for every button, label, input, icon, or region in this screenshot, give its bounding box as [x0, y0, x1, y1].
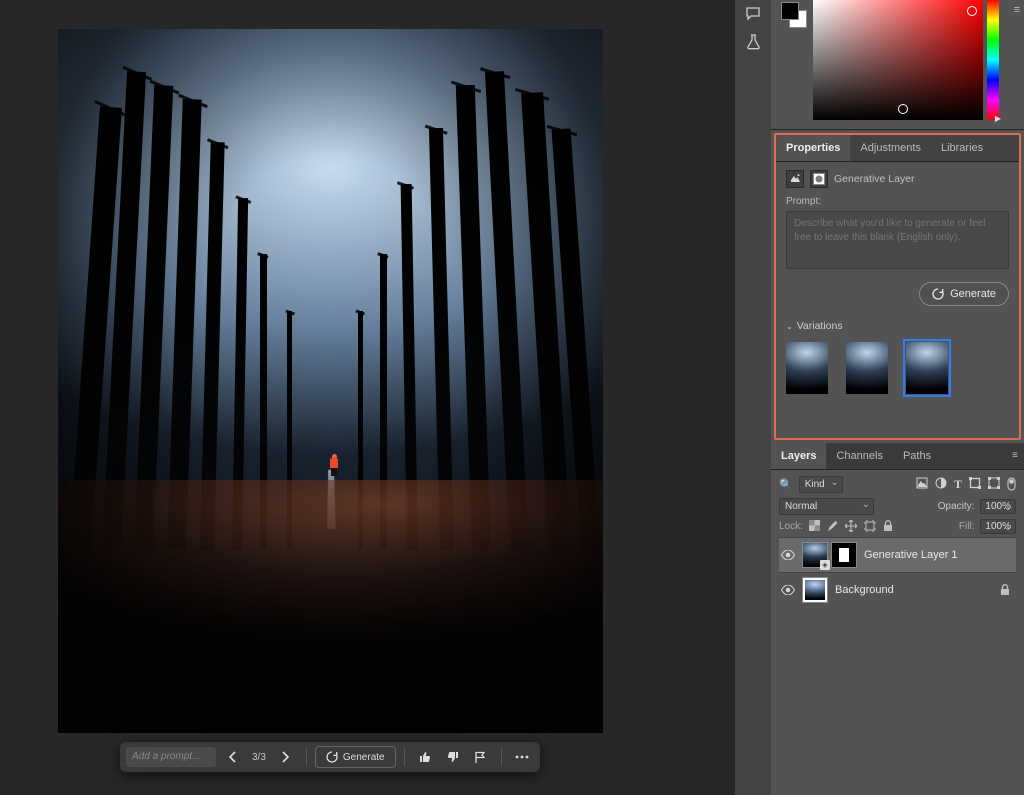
visibility-toggle[interactable] [781, 550, 795, 560]
layer-mask-icon [810, 170, 828, 188]
regenerate-icon [326, 751, 338, 763]
document-canvas[interactable] [58, 29, 603, 733]
lock-all-icon[interactable] [883, 520, 893, 532]
layers-panel-tabs: Layers Channels Paths ≡ [771, 443, 1024, 470]
fill-value[interactable]: 100% [980, 519, 1016, 534]
filter-toggle-icon[interactable] [1007, 477, 1016, 492]
panel-menu-button[interactable]: ≡ [1014, 4, 1020, 16]
prompt-field-label: Prompt: [786, 196, 1009, 207]
variation-thumb-2[interactable] [846, 342, 888, 394]
separator [404, 748, 405, 766]
separator [306, 748, 307, 766]
panel-menu-button[interactable]: ≡ [1006, 443, 1024, 469]
blend-mode-select[interactable]: Normal [779, 498, 874, 515]
color-field[interactable] [813, 0, 983, 120]
filter-adjustment-icon[interactable] [935, 477, 947, 492]
chevron-down-icon: ⌄ [786, 322, 793, 331]
fill-label: Fill: [959, 521, 975, 532]
hue-slider[interactable] [987, 0, 999, 120]
panel-generate-label: Generate [950, 288, 996, 300]
prev-variation-button[interactable] [220, 745, 244, 769]
lock-artboard-icon[interactable] [864, 520, 876, 532]
generate-label: Generate [343, 752, 385, 763]
panel-generate-button[interactable]: Generate [919, 282, 1009, 306]
flag-icon [474, 751, 487, 764]
thumbs-down-button[interactable] [441, 745, 465, 769]
opacity-value[interactable]: 100% [980, 499, 1016, 514]
layer-thumbnail[interactable]: ◈ [802, 542, 828, 568]
variation-counter: 3/3 [248, 752, 270, 763]
opacity-label: Opacity: [938, 501, 975, 512]
filter-shape-icon[interactable] [969, 477, 981, 492]
smart-object-badge: ◈ [820, 560, 830, 570]
layer-background[interactable]: Background [779, 572, 1016, 607]
visibility-toggle[interactable] [781, 585, 795, 595]
variation-thumb-3[interactable] [906, 342, 948, 394]
prompt-textarea[interactable] [786, 211, 1009, 269]
color-panel: ≡ [771, 0, 1024, 130]
separator [501, 748, 502, 766]
thumbs-down-icon [446, 750, 460, 764]
tab-paths[interactable]: Paths [893, 443, 941, 469]
layer-name[interactable]: Generative Layer 1 [864, 549, 958, 561]
contextual-task-bar: Add a prompt... 3/3 Generate [120, 742, 540, 772]
tab-libraries[interactable]: Libraries [931, 135, 993, 161]
generate-button[interactable]: Generate [315, 746, 396, 768]
more-options-button[interactable] [510, 745, 534, 769]
color-cursor-2 [898, 104, 908, 114]
lock-transparent-icon[interactable] [809, 520, 820, 532]
layer-filter-icons: T [916, 477, 1016, 492]
tab-channels[interactable]: Channels [826, 443, 892, 469]
ellipsis-icon [515, 755, 529, 759]
layer-generative[interactable]: ◈ Generative Layer 1 [779, 537, 1016, 572]
canvas-area: Add a prompt... 3/3 Generate [0, 0, 735, 795]
lock-pixels-icon[interactable] [827, 520, 838, 532]
layer-thumbnail[interactable] [802, 577, 828, 603]
regenerate-icon [932, 288, 944, 300]
next-variation-button[interactable] [274, 745, 298, 769]
right-panel-column: ≡ Properties Adjustments Libraries Gener… [735, 0, 1024, 795]
variations-label: Variations [797, 320, 843, 332]
filter-pixel-icon[interactable] [916, 477, 928, 492]
lock-icon[interactable] [1000, 584, 1014, 596]
foreground-background-swatches[interactable] [781, 2, 809, 30]
tab-adjustments[interactable]: Adjustments [850, 135, 931, 161]
beaker-panel-icon[interactable] [743, 32, 763, 52]
layers-panel: Layers Channels Paths ≡ 🔍 Kind T [771, 443, 1024, 647]
color-cursor [967, 6, 977, 16]
lock-position-icon[interactable] [845, 520, 857, 532]
image-vignette [58, 29, 603, 733]
foreground-swatch[interactable] [781, 2, 799, 20]
properties-panel-tabs: Properties Adjustments Libraries [776, 135, 1019, 162]
search-icon: 🔍 [779, 478, 793, 491]
comment-panel-icon[interactable] [743, 4, 763, 24]
panel-stack: ≡ Properties Adjustments Libraries Gener… [771, 0, 1024, 795]
properties-panel-body: Generative Layer Prompt: Generate ⌄ Vari… [776, 162, 1019, 438]
collapsed-panel-dock [735, 0, 771, 795]
variations-list [786, 342, 1009, 424]
layer-type-label: Generative Layer [834, 173, 915, 185]
filter-type-icon[interactable]: T [954, 477, 962, 492]
tutorial-highlight: Properties Adjustments Libraries Generat… [774, 133, 1021, 440]
tab-properties[interactable]: Properties [776, 135, 850, 161]
flag-button[interactable] [469, 745, 493, 769]
generative-layer-icon [786, 170, 804, 188]
filter-smart-icon[interactable] [988, 477, 1000, 492]
tab-layers[interactable]: Layers [771, 443, 826, 469]
layer-filter-select[interactable]: Kind [799, 476, 843, 493]
variations-section-header[interactable]: ⌄ Variations [786, 320, 1009, 332]
thumbs-up-button[interactable] [413, 745, 437, 769]
thumbs-up-icon [418, 750, 432, 764]
variation-thumb-1[interactable] [786, 342, 828, 394]
lock-label: Lock: [779, 521, 803, 532]
layer-name[interactable]: Background [835, 584, 894, 596]
layer-mask-thumbnail[interactable] [831, 542, 857, 568]
prompt-input[interactable]: Add a prompt... [126, 747, 216, 767]
